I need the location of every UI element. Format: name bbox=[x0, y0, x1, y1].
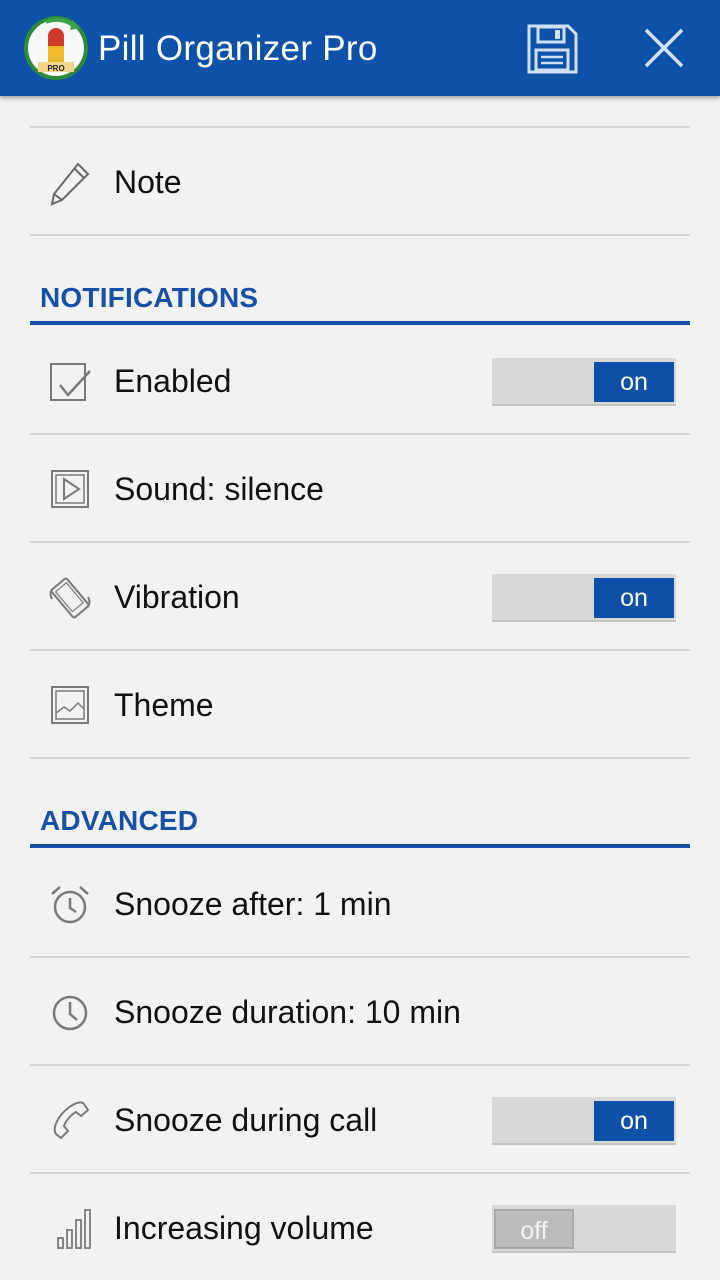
play-icon bbox=[51, 470, 89, 508]
vibration-label: Vibration bbox=[114, 579, 240, 615]
app-bar: PRO Pill Organizer Pro bbox=[0, 0, 720, 96]
divider bbox=[30, 1172, 690, 1174]
snooze-call-row[interactable]: Snooze during call on bbox=[30, 1067, 690, 1173]
alarm-clock-icon bbox=[51, 886, 89, 924]
app-title: Pill Organizer Pro bbox=[98, 29, 378, 68]
theme-row[interactable]: Theme bbox=[30, 652, 690, 758]
snooze-call-label: Snooze during call bbox=[114, 1102, 378, 1138]
divider bbox=[30, 1064, 690, 1066]
vibration-icon bbox=[49, 577, 91, 619]
increasing-volume-label: Increasing volume bbox=[114, 1210, 374, 1246]
snooze-after-row[interactable]: Snooze after: 1 min bbox=[30, 851, 690, 957]
settings-list: Note NOTIFICATIONS Enabled on Sound: sil… bbox=[0, 96, 720, 1280]
snooze-call-toggle[interactable]: on bbox=[492, 1097, 676, 1145]
toggle-knob: on bbox=[594, 578, 674, 618]
note-label: Note bbox=[114, 164, 182, 200]
notifications-section-title: NOTIFICATIONS bbox=[40, 282, 259, 313]
vibration-row[interactable]: Vibration on bbox=[30, 544, 690, 650]
app-logo-icon: PRO bbox=[24, 16, 88, 80]
clock-icon bbox=[52, 995, 88, 1031]
enabled-row[interactable]: Enabled on bbox=[30, 328, 690, 434]
sound-row[interactable]: Sound: silence bbox=[30, 436, 690, 542]
checkbox-icon bbox=[50, 363, 91, 401]
divider bbox=[30, 433, 690, 435]
enabled-toggle[interactable]: on bbox=[492, 358, 676, 406]
divider bbox=[30, 234, 690, 236]
divider bbox=[30, 757, 690, 759]
enabled-label: Enabled bbox=[114, 363, 232, 399]
increasing-volume-toggle[interactable]: off bbox=[492, 1205, 676, 1253]
snooze-duration-row[interactable]: Snooze duration: 10 min bbox=[30, 959, 690, 1065]
phone-icon bbox=[53, 1101, 90, 1140]
theme-label: Theme bbox=[114, 687, 214, 723]
divider bbox=[30, 541, 690, 543]
close-icon[interactable] bbox=[636, 22, 692, 76]
toggle-knob: off bbox=[494, 1209, 574, 1249]
image-icon bbox=[51, 686, 89, 724]
pencil-icon bbox=[50, 162, 90, 206]
toggle-knob: on bbox=[594, 362, 674, 402]
sound-label: Sound: silence bbox=[114, 471, 324, 507]
vibration-toggle[interactable]: on bbox=[492, 574, 676, 622]
save-icon[interactable] bbox=[524, 22, 580, 76]
increasing-volume-row[interactable]: Increasing volume off bbox=[30, 1175, 690, 1280]
note-row[interactable]: Note bbox=[30, 129, 690, 235]
logo-badge-text: PRO bbox=[47, 64, 64, 73]
section-underline bbox=[30, 321, 690, 325]
divider bbox=[30, 649, 690, 651]
toggle-knob: on bbox=[594, 1101, 674, 1141]
snooze-duration-label: Snooze duration: 10 min bbox=[114, 994, 461, 1030]
snooze-after-label: Snooze after: 1 min bbox=[114, 886, 392, 922]
advanced-section-title: ADVANCED bbox=[40, 805, 199, 836]
divider bbox=[30, 126, 690, 128]
section-underline bbox=[30, 844, 690, 848]
volume-bars-icon bbox=[57, 1209, 91, 1249]
divider bbox=[30, 956, 690, 958]
